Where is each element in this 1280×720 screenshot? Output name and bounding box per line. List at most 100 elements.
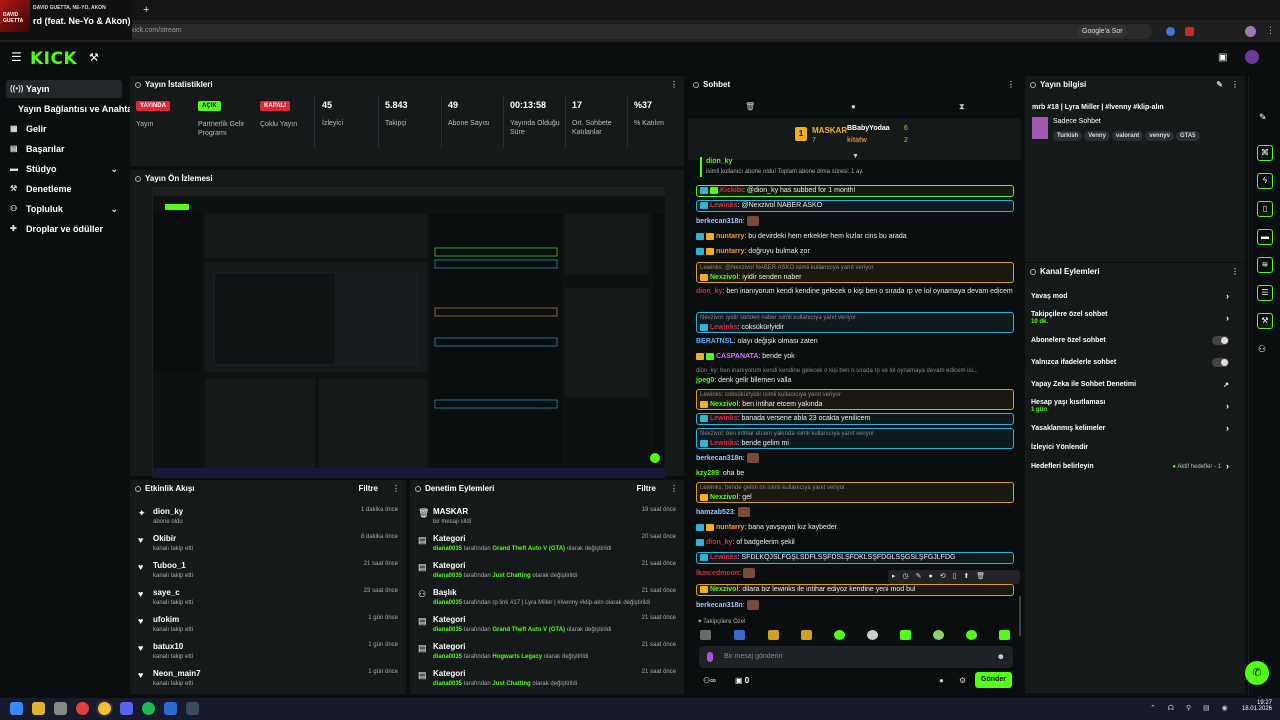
action-ai-moderation[interactable]: Yapay Zeka ile Sohbet Denetimi ↗ — [1031, 381, 1239, 389]
app-icon[interactable] — [164, 702, 177, 715]
rail-button-file[interactable]: ▯ — [1257, 201, 1273, 217]
file-explorer-icon[interactable] — [32, 702, 45, 715]
activity-row[interactable]: ♥ Tuboo_1 kanalı takip etti 21 saat önce — [130, 558, 406, 585]
emote-icon[interactable] — [999, 630, 1010, 640]
sidebar-item-droplar[interactable]: ✚ Droplar ve ödüller — [6, 220, 122, 238]
moderation-row[interactable]: ▤ Kategori diana0035 tarafından Hogwarts… — [410, 639, 684, 666]
action-slow-mode[interactable]: Yavaş mod › — [1031, 291, 1239, 301]
sidebar-item-studyo[interactable]: ▬ Stüdyo ⌄ — [6, 160, 122, 178]
chat-message[interactable]: hamzab523: — [696, 507, 1014, 518]
more-options-icon[interactable]: ⋮ — [670, 480, 678, 498]
steam-icon[interactable] — [186, 702, 199, 715]
tag-pill[interactable]: valorant — [1111, 131, 1144, 141]
hourglass-icon[interactable]: ⧗ — [959, 102, 965, 112]
drag-handle-icon[interactable] — [1030, 82, 1036, 88]
rail-button-wrench[interactable]: ⚒ — [1257, 313, 1273, 329]
drag-handle-icon[interactable] — [1030, 269, 1036, 275]
drag-handle-icon[interactable] — [135, 176, 141, 182]
points-icon[interactable]: ▣ 0 — [735, 676, 749, 685]
emote-icon[interactable] — [801, 630, 812, 640]
rail-button-lightning[interactable]: ϟ — [1257, 173, 1273, 189]
chat-message[interactable]: Lewinks: banada versene abla 23 ocakta y… — [696, 413, 1014, 425]
chat-bubble-icon[interactable]: ● — [939, 676, 944, 685]
chat-message[interactable]: Lewinks: coksükürlyidir isimli kullanıcı… — [696, 389, 1014, 410]
start-menu-icon[interactable] — [10, 702, 23, 715]
more-options-icon[interactable]: ⋮ — [670, 76, 678, 94]
message-action-toolbar[interactable]: ▸◷✎●⟲▯⬆🗑 — [888, 570, 1020, 584]
subscribers-only-toggle[interactable] — [1212, 336, 1229, 345]
more-options-icon[interactable]: ⋮ — [1231, 263, 1239, 281]
chat-message[interactable]: kzy289: oha be — [696, 469, 1014, 479]
sidebar-item-gelir[interactable]: ▦ Gelir — [6, 120, 122, 138]
extension-icon[interactable] — [1166, 27, 1175, 36]
drag-handle-icon[interactable] — [693, 82, 699, 88]
people-icon[interactable]: ⚇∞ — [703, 676, 716, 685]
chat-message[interactable]: dion_ky: of badgelerim şekil — [696, 538, 1014, 548]
browser-menu-icon[interactable]: ⋮ — [1266, 25, 1275, 36]
chat-message[interactable]: Nexzivol: iyidir senden naber isimli kul… — [696, 312, 1014, 333]
moderation-row[interactable]: 🗑 MASKAR bir mesajı sildi 19 saat önce — [410, 504, 684, 531]
chat-bubble-icon[interactable]: ● — [851, 102, 856, 111]
emote-icon[interactable] — [966, 630, 977, 640]
sidebar-item-topluluk[interactable]: ⚇ Topluluk ⌄ — [6, 200, 122, 218]
chat-message[interactable]: Lewinks: @Nexzivol NABER ASKO isimli kul… — [696, 262, 1014, 283]
drag-handle-icon[interactable] — [135, 82, 141, 88]
chat-message[interactable]: berkecan318n: — [696, 600, 1014, 611]
moderation-filter-button[interactable]: Filtre — [636, 480, 656, 498]
new-tab-button[interactable]: + — [143, 4, 149, 16]
activity-row[interactable]: ♥ ufokim kanalı takip etti 1 gün önce — [130, 612, 406, 639]
chat-message[interactable]: dion_ky: ben inanıyorum kendi kendine ge… — [696, 287, 1014, 307]
chat-message[interactable]: nuntarry: bana yavşayan kız kaybeder — [696, 523, 1014, 533]
app-icon[interactable] — [76, 702, 89, 715]
emote-icon[interactable] — [933, 630, 944, 640]
activity-row[interactable]: ♥ Okibir kanalı takip etti 8 dakika önce — [130, 531, 406, 558]
edit-pencil-icon[interactable]: ✎ — [1216, 76, 1223, 94]
activity-row[interactable]: ♥ Neon_main7 kanalı takip etti 1 gün önce — [130, 666, 406, 693]
system-tray[interactable]: ⌃ ☊ ⚲ ▤ ◉ — [1150, 704, 1233, 712]
moderation-row[interactable]: ⚇ Başlık diana0035 tarafından rp link #1… — [410, 585, 684, 612]
chat-message[interactable]: BERATNSL: olayı değişik olması zaten — [696, 337, 1014, 347]
activity-row[interactable]: ♥ batux10 kanalı takip etti 1 gün önce — [130, 639, 406, 666]
emoji-icon[interactable]: ☻ — [997, 652, 1005, 661]
moderation-row[interactable]: ▤ Kategori diana0035 tarafından Grand Th… — [410, 612, 684, 639]
user-avatar[interactable] — [1245, 50, 1259, 64]
tag-pill[interactable]: vennyv — [1145, 131, 1174, 141]
moderation-row[interactable]: ▤ Kategori diana0035 tarafından Just Cha… — [410, 558, 684, 585]
chat-message[interactable]: CASPANATA: bende yok — [696, 352, 1014, 362]
action-goals[interactable]: Hedefleri belirleyin ● Aktif hedefler - … — [1031, 461, 1239, 471]
emote-icon[interactable] — [867, 630, 878, 640]
action-followers-only[interactable]: Takipçilere özel sohbet 10 dk. › — [1031, 311, 1239, 325]
chat-message[interactable]: nuntarry: bu devirdeki hem erkekler hem … — [696, 232, 1014, 242]
address-bar[interactable]: dashboard.kick.com/stream Google'a Sor — [82, 24, 1152, 39]
activity-row[interactable]: ♥ saye_c kanalı takip etti 23 saat önce — [130, 585, 406, 612]
drag-handle-icon[interactable] — [415, 486, 421, 492]
emote-icon[interactable] — [834, 630, 845, 640]
action-banned-words[interactable]: Yasaklanmış kelimeler › — [1031, 423, 1239, 433]
action-subscribers-only[interactable]: Abonelere özel sohbet — [1031, 336, 1239, 345]
sidebar-item-basarilar[interactable]: ▤ Başarılar — [6, 140, 122, 158]
camera-icon[interactable]: ▣ — [1218, 52, 1227, 63]
more-options-icon[interactable]: ⋮ — [1007, 76, 1015, 94]
tag-pill[interactable]: GTA5 — [1175, 131, 1200, 141]
sidebar-item-stream-key[interactable]: Yayın Bağlantısı ve Anahtarı — [6, 100, 138, 118]
emote-icon[interactable] — [700, 630, 711, 640]
activity-filter-button[interactable]: Filtre — [358, 480, 378, 498]
emote-icon[interactable] — [734, 630, 745, 640]
rail-button-chat[interactable]: ▬ — [1257, 229, 1273, 245]
tag-pill[interactable]: Venny — [1084, 131, 1110, 141]
emote-icon[interactable] — [900, 630, 911, 640]
chat-message[interactable]: dion_ky: ben inanıyorum kendi kendine ge… — [696, 366, 1014, 386]
help-chat-button[interactable]: ✆ — [1245, 661, 1269, 685]
trash-icon[interactable]: 🗑 — [745, 102, 755, 111]
chrome-icon[interactable] — [98, 702, 111, 715]
chat-message[interactable]: Lewinks: SFDLKQJSLFGŞLSDFLSŞFDSLŞFDKLSŞF… — [696, 552, 1014, 564]
spotify-icon[interactable] — [142, 702, 155, 715]
chat-message[interactable]: Lewinks: @Nexzivol NABER ASKO — [696, 200, 1014, 212]
chat-message[interactable]: berkecan318n: — [696, 453, 1014, 464]
action-emote-only[interactable]: Yalnızca ifadelerle sohbet — [1031, 358, 1239, 367]
people-icon[interactable]: ⚇ — [1258, 344, 1266, 355]
action-account-age[interactable]: Hesap yaşı kısıtlaması 1 gün › — [1031, 399, 1239, 413]
clock[interactable]: 19:27 18.01.2026 — [1238, 700, 1272, 712]
stream-preview-video[interactable] — [152, 187, 665, 478]
extension-icon[interactable] — [1185, 27, 1194, 36]
